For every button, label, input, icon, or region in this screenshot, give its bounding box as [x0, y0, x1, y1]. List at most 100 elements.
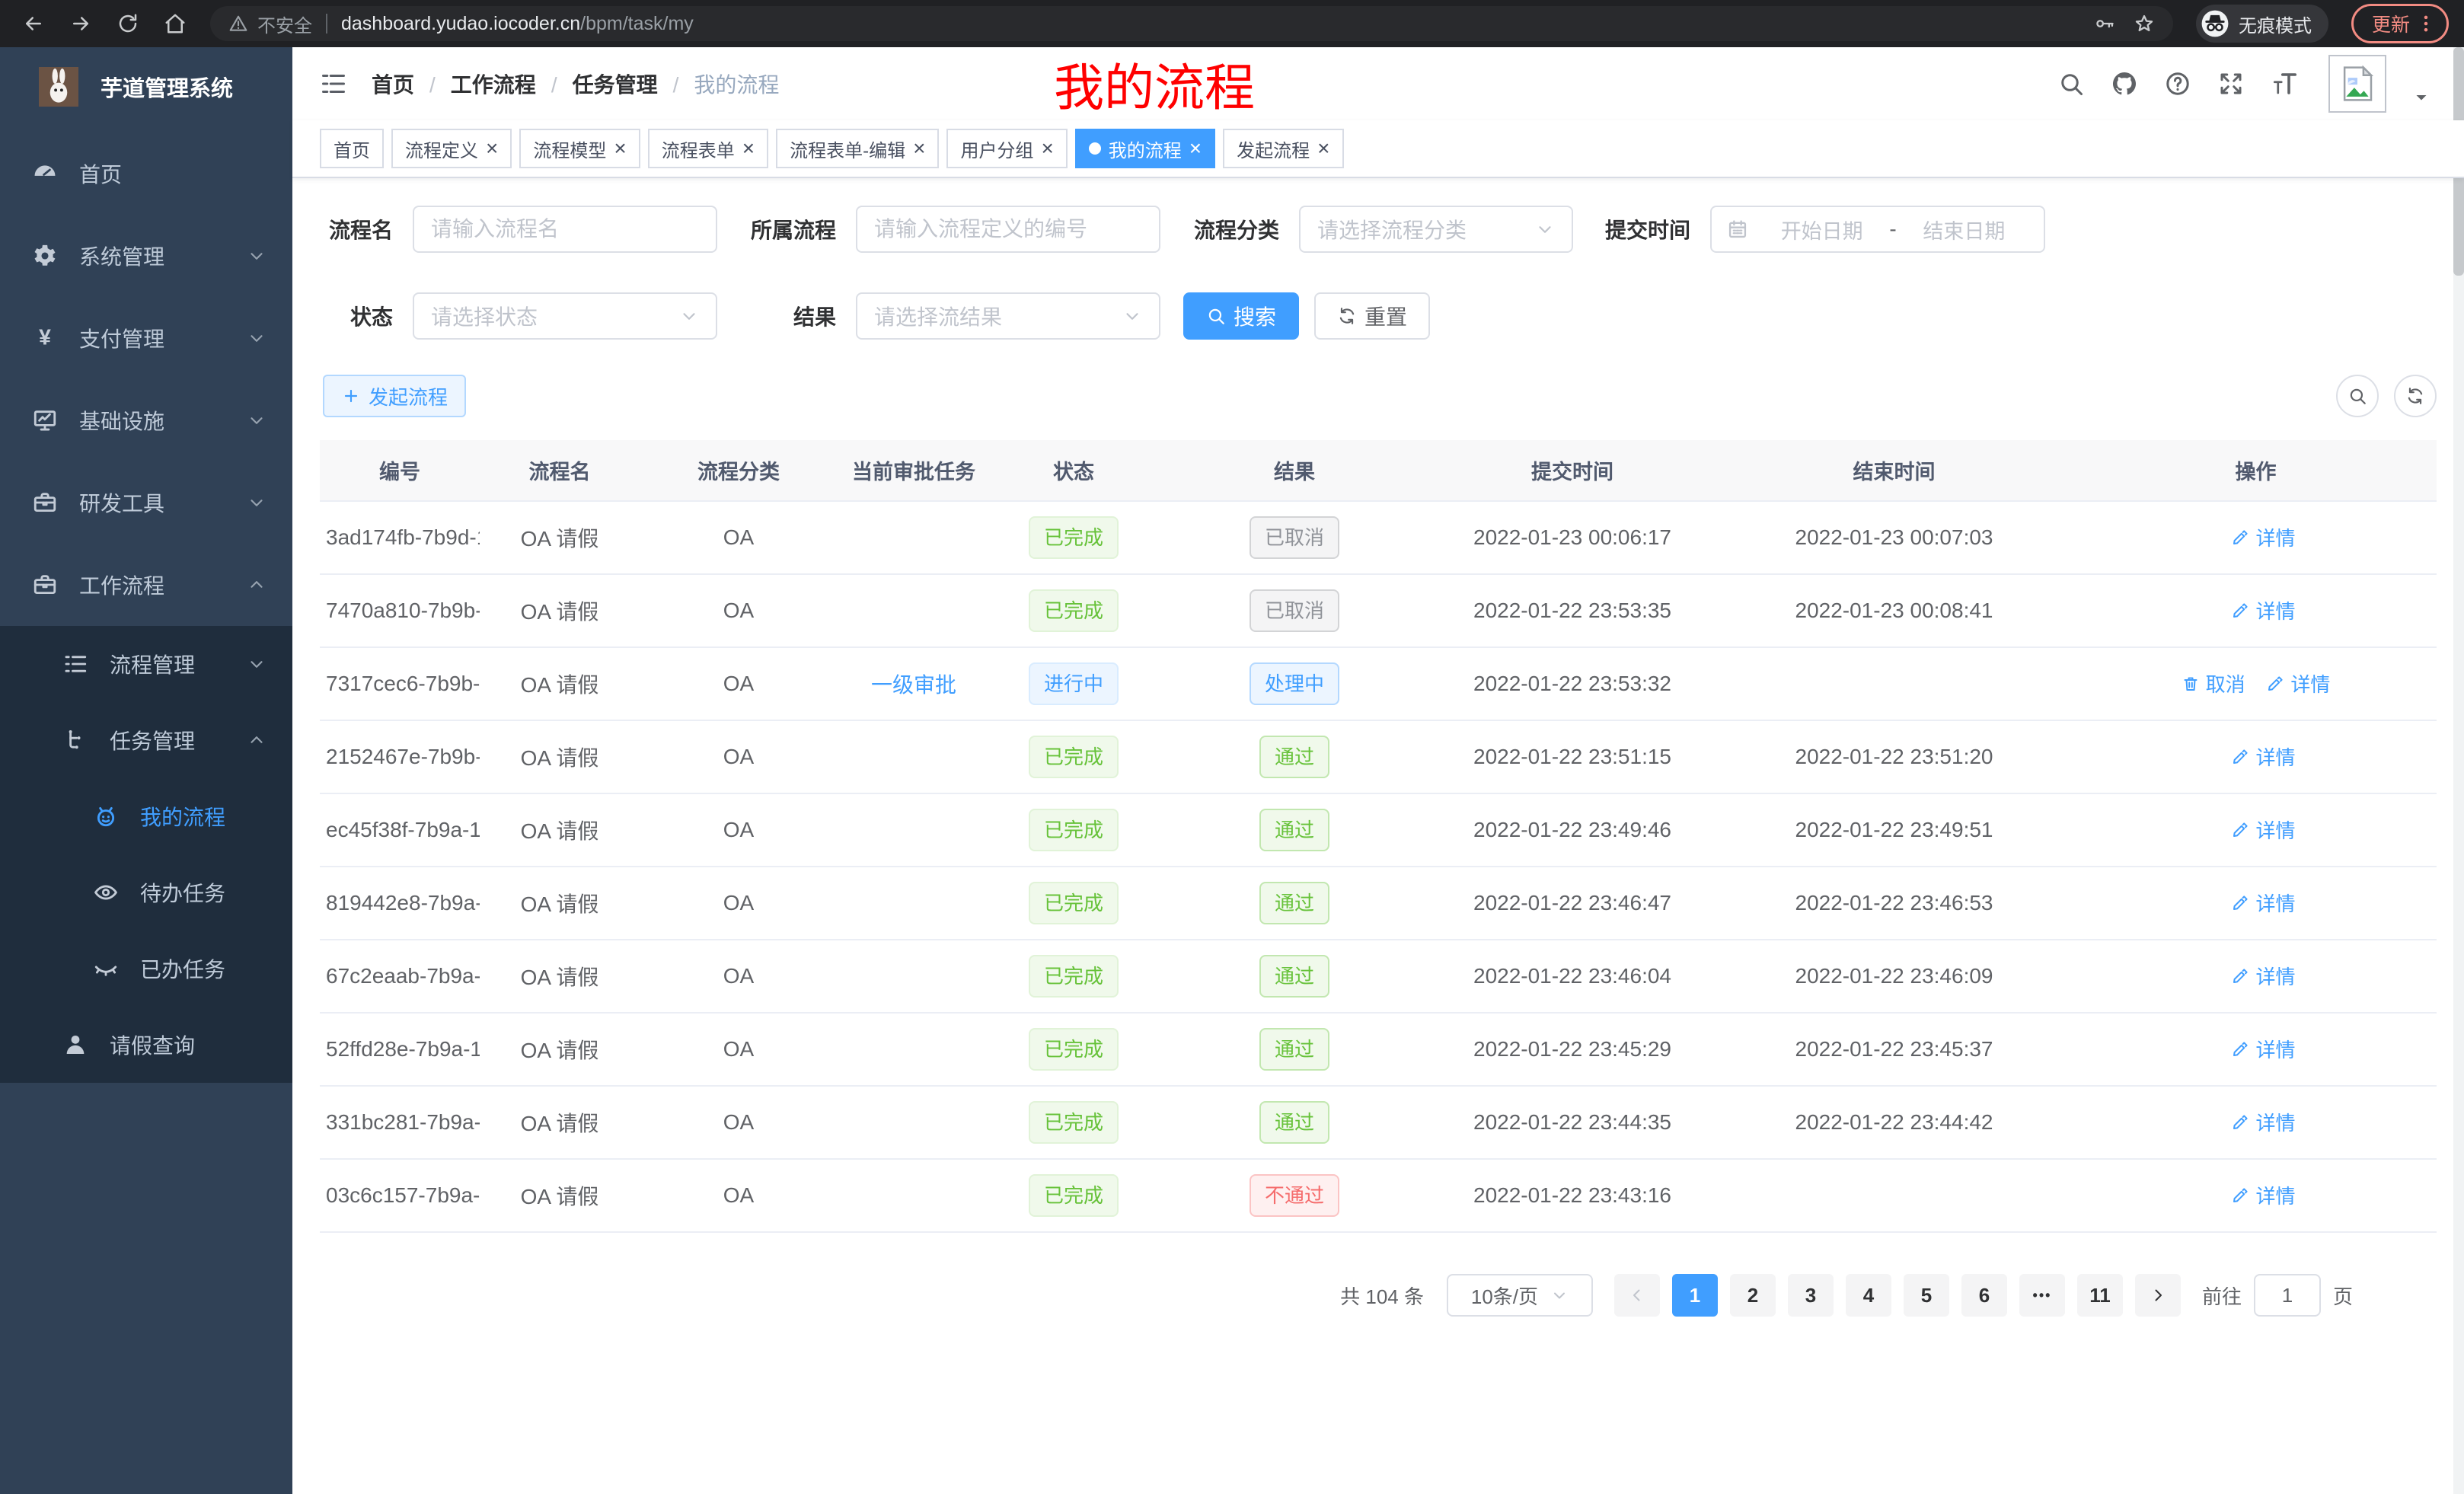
- result-select[interactable]: 请选择流结果: [856, 292, 1160, 340]
- date-range-picker[interactable]: 开始日期 - 结束日期: [1710, 206, 2045, 253]
- view-tab[interactable]: 我的流程: [1075, 129, 1215, 168]
- sidebar-item[interactable]: 基础设施: [0, 379, 292, 461]
- sidebar-item[interactable]: 待办任务: [0, 854, 292, 931]
- browser-menu-icon[interactable]: [2415, 12, 2437, 35]
- url-text[interactable]: dashboard.yudao.iocoder.cn/bpm/task/my: [341, 13, 694, 35]
- prev-page-button[interactable]: [1614, 1274, 1660, 1317]
- view-tab[interactable]: 流程模型: [519, 129, 640, 168]
- app-logo-row[interactable]: 芋道管理系统: [0, 47, 292, 126]
- fullscreen-icon[interactable]: [2217, 70, 2245, 97]
- avatar[interactable]: [2328, 55, 2386, 113]
- current-task-link[interactable]: 一级审批: [871, 673, 956, 697]
- key-icon[interactable]: [2094, 13, 2115, 34]
- status-select[interactable]: 请选择状态: [413, 292, 717, 340]
- breadcrumb-item[interactable]: 工作流程: [414, 69, 536, 99]
- yen-icon: ¥: [32, 325, 58, 351]
- bookmark-star-icon[interactable]: [2134, 13, 2155, 34]
- broken-image-icon: [2337, 63, 2378, 104]
- start-process-button[interactable]: 发起流程: [323, 375, 466, 417]
- close-icon[interactable]: [486, 138, 498, 159]
- breadcrumb-item[interactable]: 任务管理: [536, 69, 658, 99]
- detail-link[interactable]: 详情: [2231, 816, 2295, 844]
- edit-icon: [2231, 602, 2249, 620]
- security-chip[interactable]: 不安全: [228, 11, 312, 37]
- detail-link[interactable]: 详情: [2231, 1181, 2295, 1209]
- end-date-placeholder[interactable]: 结束日期: [1900, 215, 2028, 244]
- sidebar-item[interactable]: 系统管理: [0, 215, 292, 297]
- sidebar-item[interactable]: 请假查询: [0, 1007, 292, 1083]
- detail-link[interactable]: 详情: [2266, 669, 2330, 698]
- hamburger-icon[interactable]: [320, 70, 347, 97]
- sidebar-item[interactable]: 我的流程: [0, 778, 292, 854]
- page-button[interactable]: 5: [1904, 1274, 1949, 1317]
- view-tab[interactable]: 首页: [320, 129, 384, 168]
- help-icon[interactable]: [2164, 70, 2191, 97]
- detail-link[interactable]: 详情: [2231, 962, 2295, 990]
- sidebar-item[interactable]: 工作流程: [0, 544, 292, 626]
- breadcrumb-item[interactable]: 首页: [372, 69, 414, 99]
- forward-icon[interactable]: [62, 5, 99, 42]
- home-icon[interactable]: [157, 5, 193, 42]
- sidebar-item[interactable]: 首页: [0, 132, 292, 215]
- reload-icon[interactable]: [110, 5, 146, 42]
- search-icon[interactable]: [2057, 70, 2085, 97]
- main-content: 首页工作流程任务管理我的流程 我的流程 首页: [292, 47, 2464, 1494]
- breadcrumb-item[interactable]: 我的流程: [658, 69, 780, 99]
- end-time: 2022-01-22 23:44:42: [1795, 1110, 1993, 1134]
- definition-id-input[interactable]: [856, 206, 1160, 253]
- view-tab[interactable]: 流程定义: [391, 129, 512, 168]
- back-icon[interactable]: [15, 5, 52, 42]
- page-button[interactable]: 2: [1730, 1274, 1776, 1317]
- toggle-search-button[interactable]: [2336, 375, 2379, 417]
- sidebar-item[interactable]: ¥ 支付管理: [0, 297, 292, 379]
- filter-form: 流程名 所属流程 流程分类 请选择流程分类: [292, 178, 2464, 340]
- reset-button[interactable]: 重置: [1314, 292, 1430, 340]
- refresh-table-button[interactable]: [2394, 375, 2437, 417]
- edit-icon: [2231, 1040, 2249, 1058]
- detail-link[interactable]: 详情: [2231, 1035, 2295, 1063]
- view-tab[interactable]: 流程表单: [648, 129, 768, 168]
- view-tab[interactable]: 流程表单-编辑: [776, 129, 939, 168]
- eye-closed-icon: [93, 956, 119, 982]
- column-header: 流程名: [480, 440, 640, 501]
- font-size-icon[interactable]: [2271, 70, 2298, 97]
- caret-down-icon[interactable]: [2412, 88, 2430, 107]
- page-button[interactable]: 6: [1961, 1274, 2007, 1317]
- sidebar-item[interactable]: 流程管理: [0, 626, 292, 702]
- detail-link[interactable]: 详情: [2231, 596, 2295, 624]
- view-tab[interactable]: 用户分组: [946, 129, 1067, 168]
- github-icon[interactable]: [2111, 70, 2138, 97]
- goto-page-input[interactable]: [2254, 1274, 2321, 1317]
- cancel-link[interactable]: 取消: [2182, 669, 2245, 698]
- process-name-input[interactable]: [413, 206, 717, 253]
- close-icon[interactable]: [913, 138, 925, 159]
- category-select[interactable]: 请选择流程分类: [1299, 206, 1573, 253]
- scrollbar[interactable]: [2453, 47, 2464, 1494]
- page-button[interactable]: 3: [1788, 1274, 1834, 1317]
- page-button[interactable]: 1: [1672, 1274, 1718, 1317]
- sidebar-item[interactable]: 已办任务: [0, 931, 292, 1007]
- close-icon[interactable]: [742, 138, 755, 159]
- detail-link[interactable]: 详情: [2231, 742, 2295, 771]
- close-icon[interactable]: [1041, 138, 1053, 159]
- result-badge: 通过: [1259, 736, 1329, 778]
- close-icon[interactable]: [1189, 138, 1202, 159]
- close-icon[interactable]: [614, 138, 626, 159]
- page-size-select[interactable]: 10条/页: [1447, 1274, 1593, 1317]
- view-tab[interactable]: 发起流程: [1223, 129, 1343, 168]
- search-button[interactable]: 搜索: [1183, 292, 1299, 340]
- close-icon[interactable]: [1317, 138, 1329, 159]
- sidebar-item[interactable]: 研发工具: [0, 461, 292, 544]
- address-bar[interactable]: 不安全 dashboard.yudao.iocoder.cn/bpm/task/…: [210, 6, 2173, 41]
- next-page-button[interactable]: [2135, 1274, 2181, 1317]
- detail-link[interactable]: 详情: [2231, 523, 2295, 551]
- update-button[interactable]: 更新: [2351, 4, 2449, 43]
- page-button[interactable]: 11: [2077, 1274, 2123, 1317]
- detail-link[interactable]: 详情: [2231, 1108, 2295, 1136]
- edit-icon: [2231, 528, 2249, 547]
- sidebar-item[interactable]: 任务管理: [0, 702, 292, 778]
- start-date-placeholder[interactable]: 开始日期: [1757, 215, 1886, 244]
- detail-link[interactable]: 详情: [2231, 889, 2295, 917]
- warning-icon: [228, 14, 248, 34]
- page-button[interactable]: 4: [1846, 1274, 1891, 1317]
